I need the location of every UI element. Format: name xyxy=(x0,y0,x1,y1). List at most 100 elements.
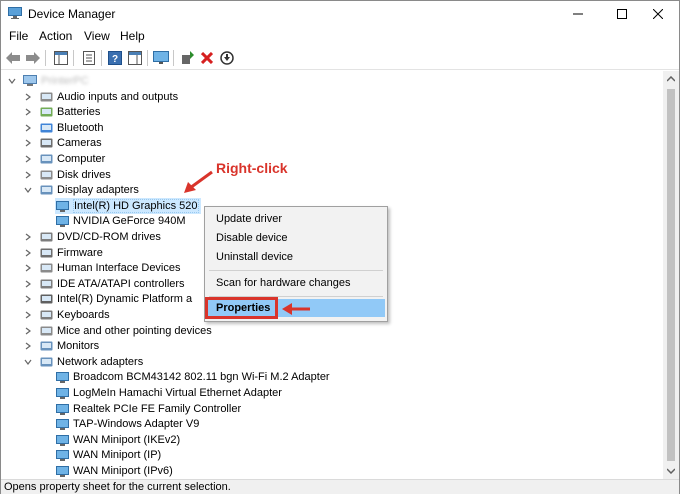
right-click-annotation: Right-click xyxy=(216,160,288,176)
tree-category-computer[interactable]: Computer xyxy=(23,151,105,167)
chevron-right-icon[interactable] xyxy=(23,263,33,273)
tree-category-monitors[interactable]: Monitors xyxy=(23,338,99,354)
tree-device[interactable]: Broadcom BCM43142 802.11 bgn Wi-Fi M.2 A… xyxy=(55,369,330,385)
vertical-scrollbar[interactable] xyxy=(663,71,679,479)
collapse-chevron-icon[interactable] xyxy=(7,76,17,86)
tree-category-dvd-cd-rom-drives[interactable]: DVD/CD-ROM drives xyxy=(23,229,161,245)
uninstall-button[interactable] xyxy=(199,50,215,66)
tree-device[interactable]: LogMeIn Hamachi Virtual Ethernet Adapter xyxy=(55,385,282,401)
tree-category-mice-and-other-pointing-devices[interactable]: Mice and other pointing devices xyxy=(23,323,212,339)
back-button[interactable] xyxy=(5,50,21,66)
tree-item-label: Keyboards xyxy=(57,309,110,321)
enable-device-button[interactable] xyxy=(219,50,235,66)
tree-category-bluetooth[interactable]: Bluetooth xyxy=(23,120,103,136)
tree-item-label: Audio inputs and outputs xyxy=(57,90,179,103)
tree-item-label: Bluetooth xyxy=(57,121,104,134)
update-driver-button[interactable] xyxy=(179,50,195,66)
device-adapter-icon xyxy=(55,433,69,447)
tree-device[interactable]: Realtek PCIe FE Family Controller xyxy=(55,401,241,417)
device-adapter-icon xyxy=(55,402,69,416)
chip-icon xyxy=(39,292,53,306)
red-x-icon xyxy=(201,52,213,64)
tree-device[interactable]: WAN Miniport (IKEv2) xyxy=(55,432,180,448)
menu-action[interactable]: Action xyxy=(39,29,72,43)
chevron-right-icon[interactable] xyxy=(23,326,33,336)
forward-button[interactable] xyxy=(25,50,41,66)
tree-device[interactable]: WAN Miniport (IP) xyxy=(55,447,161,463)
back-arrow-icon xyxy=(6,52,20,64)
chevron-down-icon[interactable] xyxy=(23,357,33,367)
tree-category-intel-r-dynamic-platform-a[interactable]: Intel(R) Dynamic Platform a xyxy=(23,291,192,307)
tree-category-human-interface-devices[interactable]: Human Interface Devices xyxy=(23,260,181,276)
tree-device[interactable]: WAN Miniport (IPv6) xyxy=(55,463,173,479)
tree-item-label: Mice and other pointing devices xyxy=(57,324,212,337)
tree-item-label: Cameras xyxy=(57,137,102,150)
tree-category-network-adapters[interactable]: Network adapters xyxy=(23,354,143,370)
tree-category-disk-drives[interactable]: Disk drives xyxy=(23,167,111,183)
chevron-right-icon[interactable] xyxy=(23,341,33,351)
tree-category-batteries[interactable]: Batteries xyxy=(23,104,100,120)
update-driver-icon xyxy=(182,51,194,64)
menu-help[interactable]: Help xyxy=(120,29,145,43)
tree-item-label: Human Interface Devices xyxy=(57,262,181,275)
help-button[interactable]: ? xyxy=(107,50,123,66)
root-label: PrinterPC xyxy=(41,75,89,87)
speaker-icon xyxy=(39,90,53,104)
chevron-right-icon[interactable] xyxy=(23,310,33,320)
tree-device-selected[interactable]: Intel(R) HD Graphics 520 xyxy=(55,197,201,214)
maximize-icon xyxy=(617,9,627,19)
console-tree-icon xyxy=(54,51,68,65)
device-label: TAP-Windows Adapter V9 xyxy=(73,418,200,431)
scroll-up-button[interactable] xyxy=(663,71,679,87)
title-bar: Device Manager xyxy=(1,1,679,27)
tree-device[interactable]: NVIDIA GeForce 940M xyxy=(55,213,186,229)
tree-item-label: Monitors xyxy=(57,340,100,353)
chevron-right-icon[interactable] xyxy=(23,107,33,117)
uninstall-device-menu-item[interactable]: Uninstall device xyxy=(207,248,385,266)
tree-category-cameras[interactable]: Cameras xyxy=(23,135,102,151)
tree-item-label: Display adapters xyxy=(57,184,139,197)
chevron-down-icon[interactable] xyxy=(23,185,33,195)
download-circle-icon xyxy=(220,51,234,65)
status-bar: Opens property sheet for the current sel… xyxy=(1,479,679,494)
tree-category-keyboards[interactable]: Keyboards xyxy=(23,307,110,323)
scrollbar-thumb[interactable] xyxy=(667,89,675,461)
annotation-arrow-icon xyxy=(184,170,213,193)
menu-view[interactable]: View xyxy=(84,29,110,43)
device-label: LogMeIn Hamachi Virtual Ethernet Adapter xyxy=(73,387,282,399)
display-icon xyxy=(39,183,53,197)
hid-icon xyxy=(39,261,53,275)
show-hide-console-tree-button[interactable] xyxy=(53,50,69,66)
tree-category-firmware[interactable]: Firmware xyxy=(23,245,103,261)
properties-arrow-icon xyxy=(282,303,310,315)
scroll-down-button[interactable] xyxy=(663,463,679,479)
tree-category-audio-inputs-and-outputs[interactable]: Audio inputs and outputs xyxy=(23,89,178,105)
chevron-right-icon[interactable] xyxy=(23,294,33,304)
update-driver-menu-item[interactable]: Update driver xyxy=(207,210,385,228)
chevron-right-icon[interactable] xyxy=(23,232,33,242)
bluetooth-icon xyxy=(39,121,53,135)
tree-item-label: Disk drives xyxy=(57,168,111,181)
scan-hardware-button[interactable] xyxy=(153,50,169,66)
device-label: WAN Miniport (IPv6) xyxy=(73,465,173,477)
close-button[interactable] xyxy=(635,1,680,27)
minimize-button[interactable] xyxy=(555,1,601,27)
chevron-right-icon[interactable] xyxy=(23,248,33,258)
action-pane-button[interactable] xyxy=(127,50,143,66)
tree-category-ide-ata-atapi-controllers[interactable]: IDE ATA/ATAPI controllers xyxy=(23,276,185,292)
tree-device[interactable]: TAP-Windows Adapter V9 xyxy=(55,416,199,432)
tree-category-display-adapters[interactable]: Display adapters xyxy=(23,182,139,198)
chevron-right-icon[interactable] xyxy=(23,279,33,289)
svg-text:?: ? xyxy=(112,54,118,65)
chevron-right-icon[interactable] xyxy=(23,138,33,148)
chevron-right-icon[interactable] xyxy=(23,170,33,180)
properties-toolbar-button[interactable] xyxy=(81,50,97,66)
disable-device-menu-item[interactable]: Disable device xyxy=(207,229,385,247)
scan-hardware-menu-item[interactable]: Scan for hardware changes xyxy=(207,274,385,292)
battery-icon xyxy=(39,105,53,119)
menu-file[interactable]: File xyxy=(9,29,28,43)
tree-root[interactable]: PrinterPC xyxy=(7,73,89,89)
chevron-right-icon[interactable] xyxy=(23,154,33,164)
chevron-right-icon[interactable] xyxy=(23,123,33,133)
chevron-right-icon[interactable] xyxy=(23,92,33,102)
